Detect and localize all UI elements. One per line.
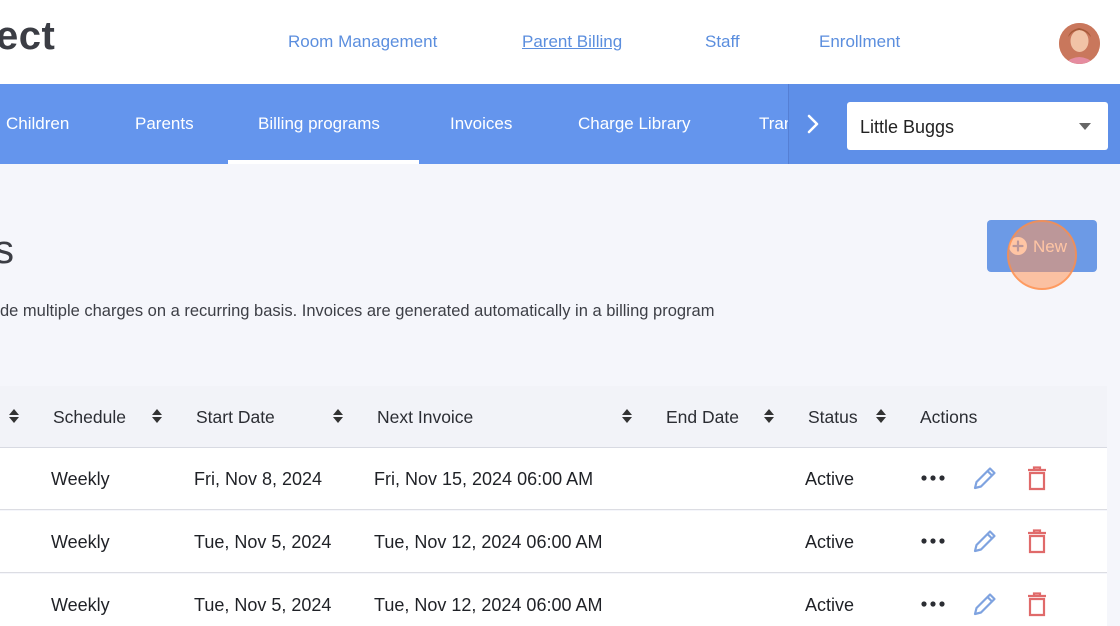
nav-enrollment[interactable]: Enrollment (819, 32, 900, 52)
edit-icon[interactable] (971, 527, 999, 555)
center-select-value: Little Buggs (860, 117, 955, 137)
more-options-icon[interactable] (919, 527, 947, 555)
column-next-invoice[interactable]: Next Invoice (377, 407, 473, 428)
cell-next-invoice: Tue, Nov 12, 2024 06:00 AM (374, 595, 603, 615)
cell-start-date: Fri, Nov 8, 2024 (194, 469, 323, 489)
new-billing-program-button[interactable]: New (987, 220, 1097, 272)
sort-icon[interactable] (763, 408, 775, 424)
tab-children[interactable]: Children (6, 114, 69, 134)
plus-circle-icon (1009, 237, 1027, 255)
subnav-tabs: Children Parents Billing programs Invoic… (0, 84, 788, 164)
new-button-label: New (1033, 237, 1068, 256)
column-actions: Actions (920, 407, 978, 427)
cell-status: Active (805, 532, 855, 552)
delete-icon[interactable] (1023, 464, 1051, 492)
tab-parents[interactable]: Parents (135, 114, 194, 134)
avatar[interactable] (1059, 23, 1100, 64)
delete-icon[interactable] (1023, 527, 1051, 555)
cell-next-invoice: Tue, Nov 12, 2024 06:00 AM (374, 532, 603, 552)
sort-icon[interactable] (151, 408, 163, 424)
edit-icon[interactable] (971, 590, 999, 618)
column-schedule[interactable]: Schedule (53, 407, 126, 428)
active-tab-indicator (228, 160, 419, 164)
center-select[interactable]: Little Buggs (847, 102, 1108, 150)
table-header: Schedule Start Date Next Invoice End Dat… (0, 386, 1107, 448)
table-row[interactable]: Weekly Tue, Nov 5, 2024 Tue, Nov 12, 202… (0, 574, 1107, 626)
cell-start-date: Tue, Nov 5, 2024 (194, 532, 332, 552)
page-title: s (0, 228, 14, 272)
sort-icon[interactable] (875, 408, 887, 424)
nav-staff[interactable]: Staff (705, 32, 740, 52)
chevron-right-icon[interactable] (803, 112, 823, 136)
tab-billing-programs[interactable]: Billing programs (258, 114, 380, 134)
cell-status: Active (805, 469, 855, 489)
tab-charge-library[interactable]: Charge Library (578, 114, 690, 134)
cell-next-invoice: Fri, Nov 15, 2024 06:00 AM (374, 469, 594, 489)
chevron-down-icon (1079, 123, 1091, 130)
cell-schedule: Weekly (51, 595, 110, 615)
subnav-right: Little Buggs (788, 84, 1120, 164)
page-description: de multiple charges on a recurring basis… (0, 302, 715, 320)
billing-subnav: Children Parents Billing programs Invoic… (0, 84, 1120, 164)
nav-room-management[interactable]: Room Management (288, 32, 437, 52)
tab-transactions[interactable]: Transactions (759, 114, 788, 134)
billing-programs-table: Schedule Start Date Next Invoice End Dat… (0, 386, 1107, 626)
table-row[interactable]: Weekly Fri, Nov 8, 2024 Fri, Nov 15, 202… (0, 448, 1107, 510)
sort-icon[interactable] (332, 408, 344, 424)
column-start-date[interactable]: Start Date (196, 407, 275, 428)
avatar-image (1059, 23, 1100, 64)
tab-invoices[interactable]: Invoices (450, 114, 512, 134)
cell-status: Active (805, 595, 855, 615)
more-options-icon[interactable] (919, 590, 947, 618)
table-row[interactable]: Weekly Tue, Nov 5, 2024 Tue, Nov 12, 202… (0, 511, 1107, 573)
cell-start-date: Tue, Nov 5, 2024 (194, 595, 332, 615)
top-header: ect Room Management Parent Billing Staff… (0, 0, 1120, 84)
more-options-icon[interactable] (919, 464, 947, 492)
column-status[interactable]: Status (808, 407, 858, 428)
delete-icon[interactable] (1023, 590, 1051, 618)
column-end-date[interactable]: End Date (666, 407, 739, 428)
cell-schedule: Weekly (51, 532, 110, 552)
edit-icon[interactable] (971, 464, 999, 492)
sort-icon[interactable] (8, 408, 20, 424)
sort-icon[interactable] (621, 408, 633, 424)
app-logo[interactable]: ect (0, 14, 55, 59)
nav-parent-billing[interactable]: Parent Billing (522, 32, 622, 52)
cell-schedule: Weekly (51, 469, 110, 489)
